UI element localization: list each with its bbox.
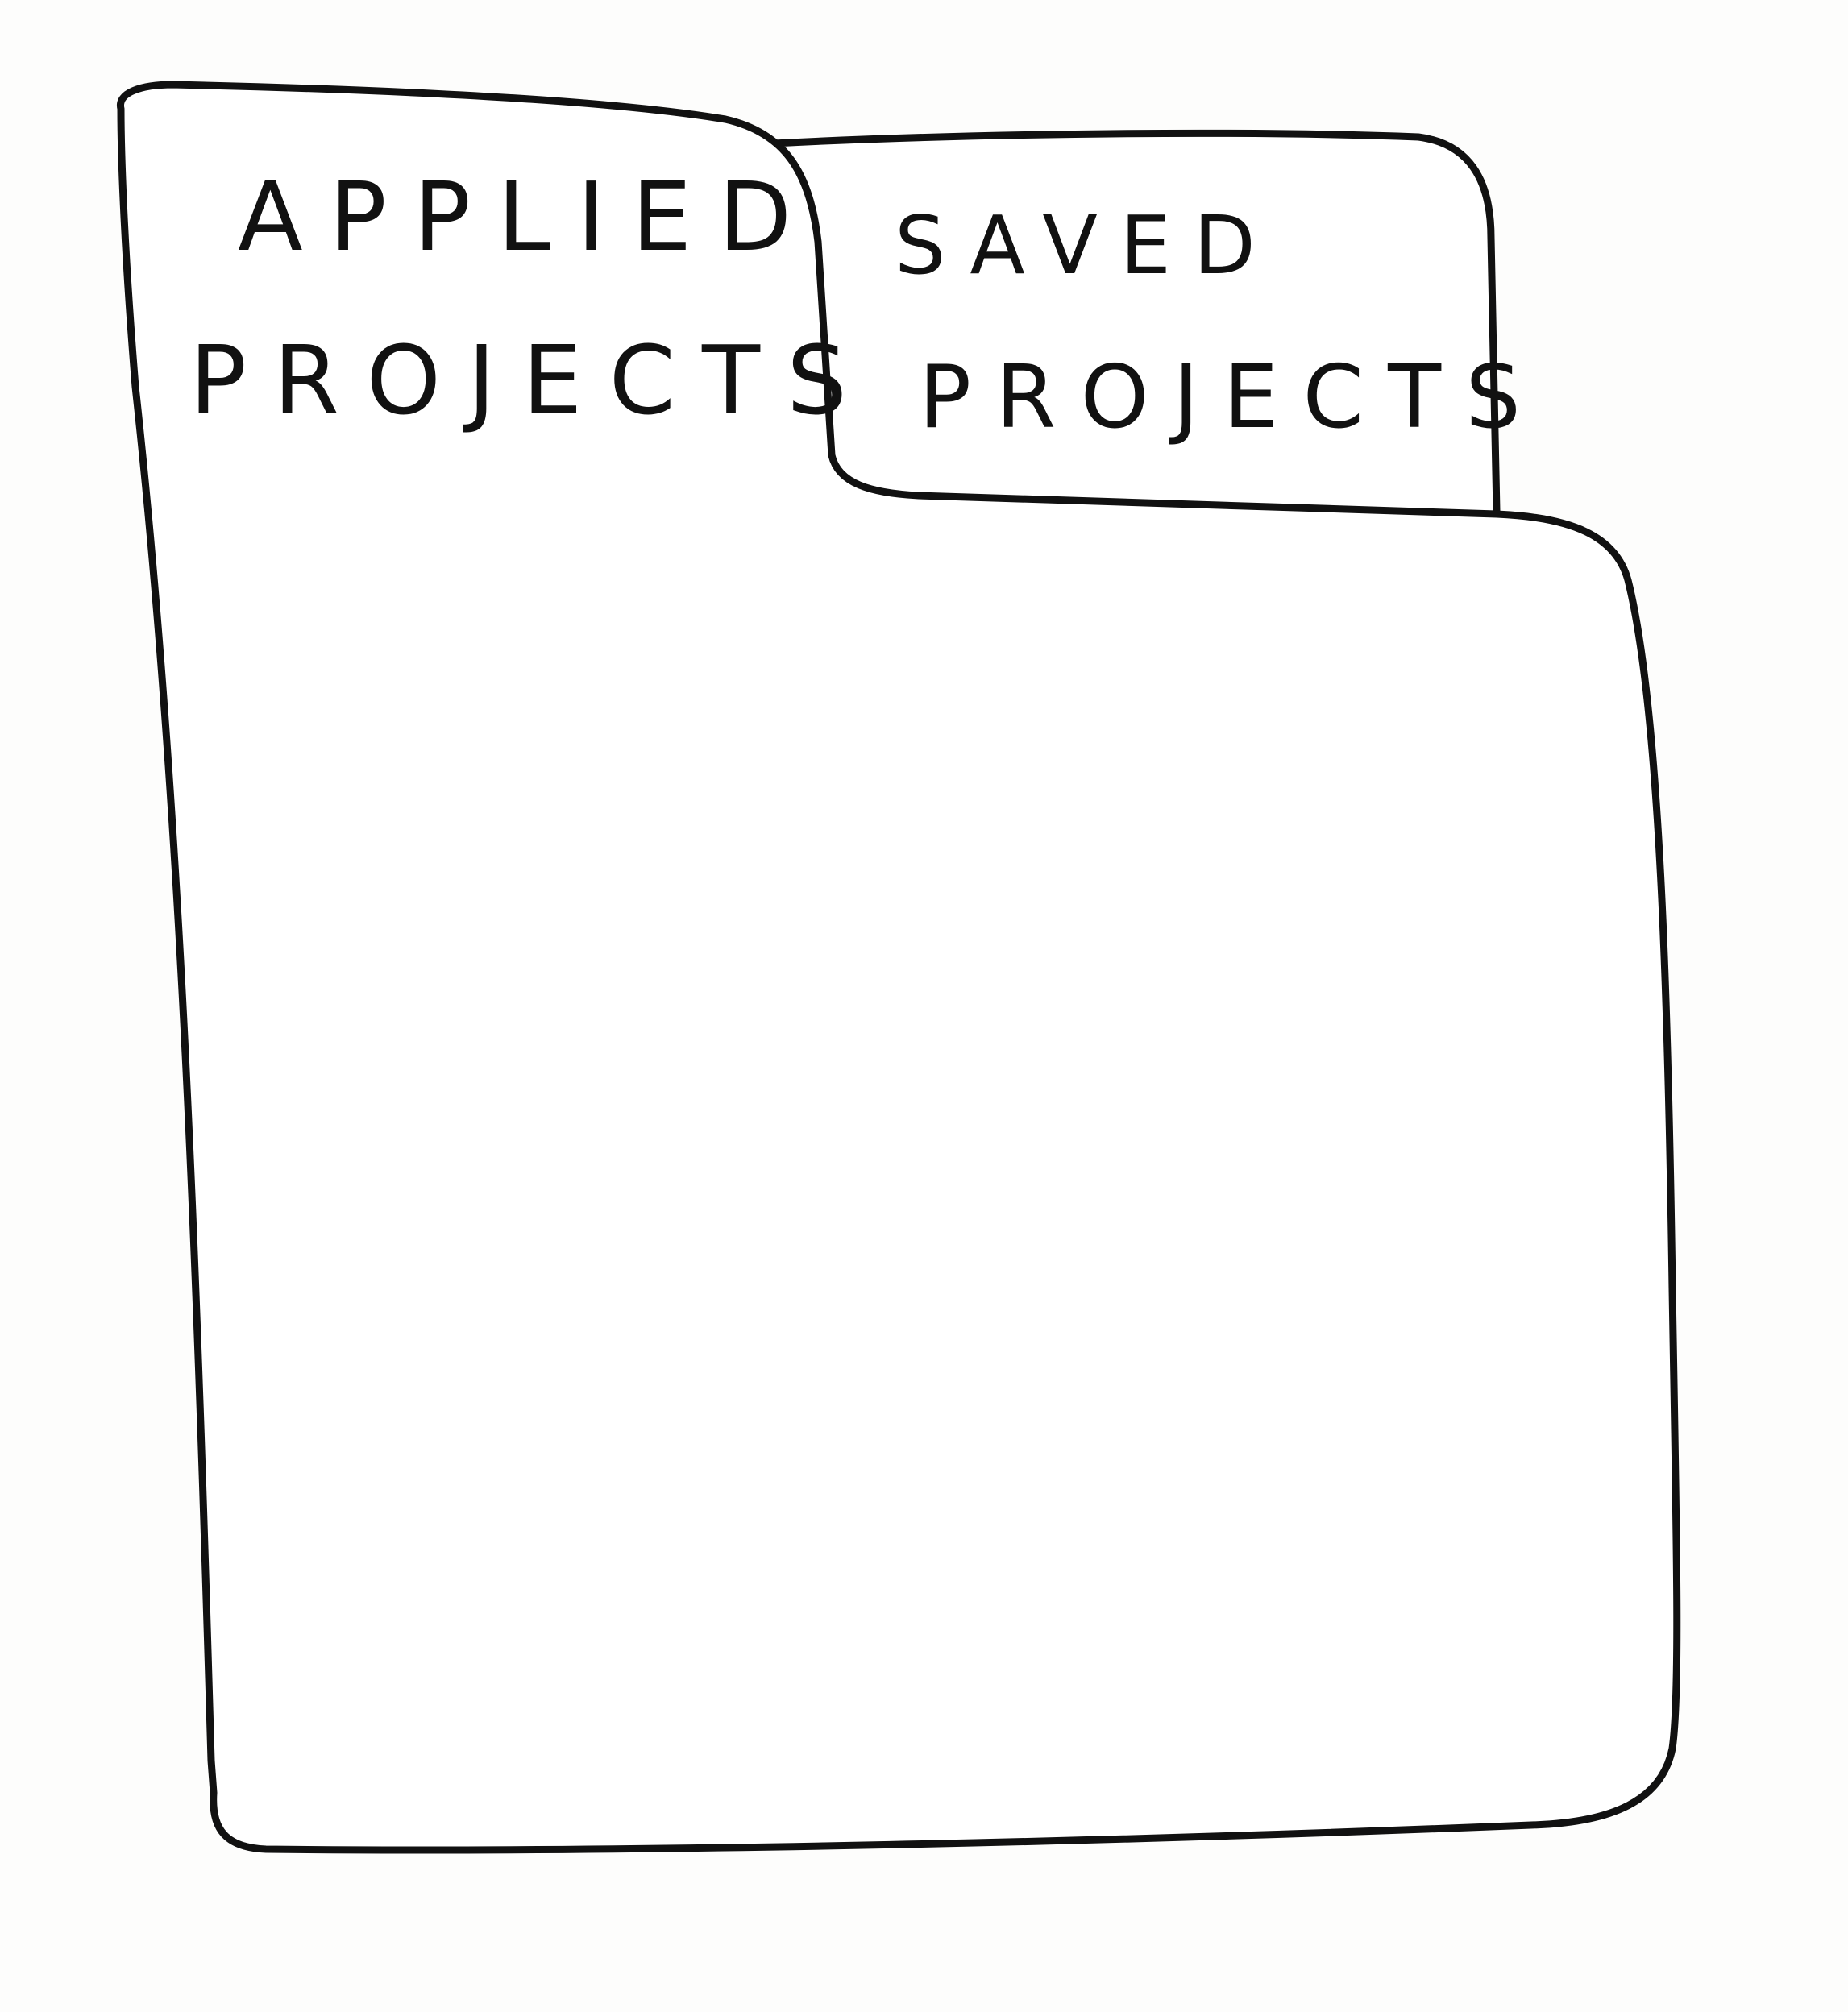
tab-applied-projects[interactable]: APPLIED PROJECTS (189, 149, 847, 487)
tab-saved-label-line-1: SAVED (895, 198, 1278, 292)
tab-applied-label-line-1: APPLIED (238, 161, 819, 272)
tabbed-folder-sketch: APPLIED PROJECTS SAVED PROJECTS (0, 0, 1848, 2012)
tab-applied-label-line-2: PROJECTS (189, 325, 874, 436)
tab-saved-label-line-2: PROJECTS (919, 347, 1546, 448)
tab-panel-content (242, 564, 1612, 1813)
tab-saved-projects[interactable]: SAVED PROJECTS (895, 181, 1521, 487)
